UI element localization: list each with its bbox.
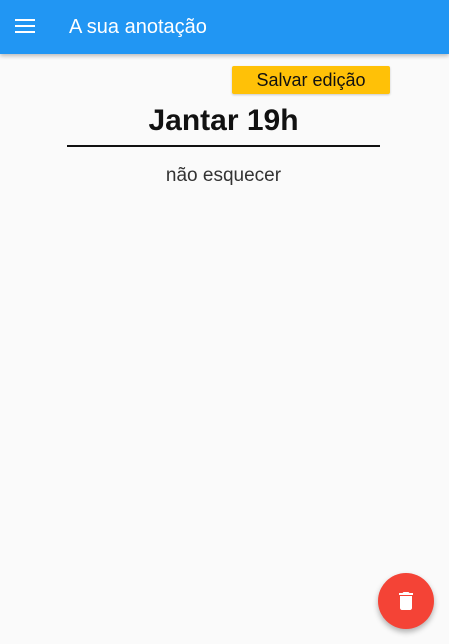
note-title-field[interactable]: Jantar 19h bbox=[67, 100, 380, 147]
app-bar: A sua anotação bbox=[0, 0, 449, 54]
delete-button[interactable] bbox=[378, 573, 434, 629]
note-edit-screen: A sua anotação Salvar edição Jantar 19h … bbox=[0, 0, 449, 644]
note-content-field[interactable]: não esquecer bbox=[67, 163, 380, 189]
menu-icon[interactable] bbox=[14, 17, 36, 35]
save-edit-button[interactable]: Salvar edição bbox=[232, 66, 390, 94]
delete-icon bbox=[399, 592, 413, 610]
page-title: A sua anotação bbox=[69, 16, 207, 38]
